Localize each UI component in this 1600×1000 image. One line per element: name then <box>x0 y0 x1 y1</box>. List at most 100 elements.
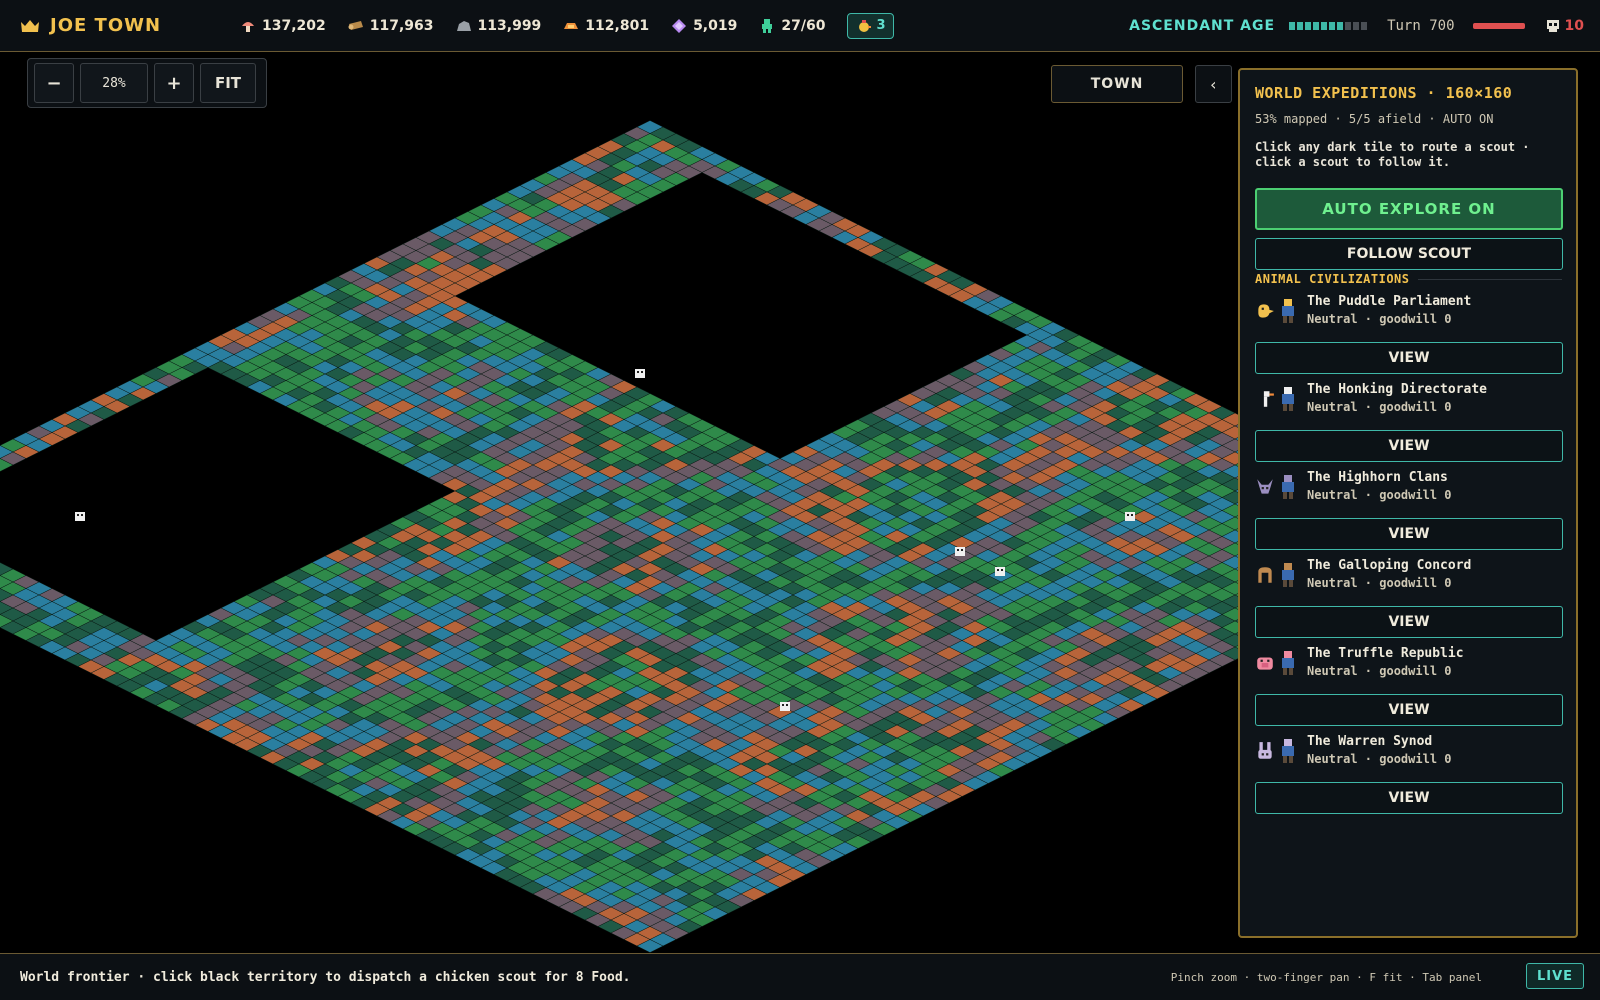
civ-view-button[interactable]: VIEW <box>1255 782 1563 814</box>
civ-info: The Highhorn Clans Neutral · goodwill 0 <box>1307 470 1452 502</box>
top-bar: JOE TOWN 137,202 117,963 113,999 112,801 <box>0 0 1600 52</box>
goat-icon <box>1257 479 1273 494</box>
civ-info: The Warren Synod Neutral · goodwill 0 <box>1307 734 1452 766</box>
civ-view-button[interactable]: VIEW <box>1255 518 1563 550</box>
age-pip <box>1329 22 1336 30</box>
civ-info: The Honking Directorate Neutral · goodwi… <box>1307 382 1487 414</box>
civ-leader-icon <box>1282 299 1294 323</box>
zoom-fit-button[interactable]: FIT <box>200 63 256 103</box>
civ-entry: The Truffle Republic Neutral · goodwill … <box>1255 646 1563 726</box>
civ-entry: The Galloping Concord Neutral · goodwill… <box>1255 558 1563 638</box>
civ-status: Neutral · goodwill 0 <box>1307 664 1452 678</box>
civ-view-button[interactable]: VIEW <box>1255 430 1563 462</box>
civ-status: Neutral · goodwill 0 <box>1307 576 1452 590</box>
civ-name: The Galloping Concord <box>1307 558 1472 573</box>
horse-icon <box>1258 567 1272 583</box>
civ-row: The Puddle Parliament Neutral · goodwill… <box>1255 294 1562 334</box>
zoom-controls: − 28% + FIT <box>27 58 267 108</box>
civ-name: The Honking Directorate <box>1307 382 1488 397</box>
turn-counter: Turn 700 <box>1387 18 1455 34</box>
civ-status: Neutral · goodwill 0 <box>1307 312 1452 326</box>
age-pip <box>1361 22 1368 30</box>
civ-view-button[interactable]: VIEW <box>1255 606 1563 638</box>
resource-bar: 137,202 117,963 113,999 112,801 5,019 27… <box>240 12 895 39</box>
live-badge: LIVE <box>1526 963 1584 989</box>
civ-status: Neutral · goodwill 0 <box>1307 752 1452 766</box>
age-status: ASCENDANT AGE Turn 700 10 <box>1129 0 1600 52</box>
ore-icon <box>564 22 579 29</box>
resource-stone-value: 113,999 <box>477 17 542 34</box>
duck-icon <box>1258 304 1274 318</box>
civ-name: The Puddle Parliament <box>1307 294 1472 309</box>
world-map[interactable] <box>0 53 1238 953</box>
civ-status: Neutral · goodwill 0 <box>1307 400 1452 414</box>
chicken-count: 3 <box>876 18 886 33</box>
chicken-scout-badge[interactable]: 3 <box>847 12 895 39</box>
civ-leader-icon <box>1282 651 1294 675</box>
civ-entry: The Warren Synod Neutral · goodwill 0 VI… <box>1255 734 1563 814</box>
civilizations-header: ANIMAL CIVILIZATIONS <box>1255 272 1562 286</box>
scout-marker[interactable] <box>635 369 645 378</box>
civ-name: The Truffle Republic <box>1307 646 1464 661</box>
age-pip <box>1305 22 1312 30</box>
population-icon <box>762 18 773 33</box>
collapse-panel-button[interactable]: ‹ <box>1195 65 1232 103</box>
town-brand: JOE TOWN <box>20 15 240 36</box>
civ-info: The Puddle Parliament Neutral · goodwill… <box>1307 294 1471 326</box>
wood-log-icon <box>348 20 363 30</box>
resource-gem-value: 5,019 <box>693 17 738 34</box>
food-mushroom-icon <box>242 21 254 32</box>
age-progress <box>1289 22 1369 30</box>
age-pip <box>1297 22 1304 30</box>
civ-icons <box>1255 470 1307 504</box>
zoom-out-button[interactable]: − <box>34 63 74 103</box>
scout-marker[interactable] <box>780 702 790 711</box>
civ-entry: The Highhorn Clans Neutral · goodwill 0 … <box>1255 470 1563 550</box>
civ-leader-icon <box>1282 387 1294 411</box>
civ-status: Neutral · goodwill 0 <box>1307 488 1452 502</box>
resource-population-value: 27/60 <box>781 17 826 34</box>
age-pip <box>1313 22 1320 30</box>
scout-marker[interactable] <box>955 547 965 556</box>
threat-value: 10 <box>1564 18 1584 34</box>
age-pip <box>1345 22 1352 30</box>
skull-icon <box>1546 20 1559 32</box>
isometric-terrain[interactable] <box>0 53 1238 953</box>
auto-explore-button[interactable]: AUTO EXPLORE ON <box>1255 188 1563 230</box>
expeditions-panel: WORLD EXPEDITIONS · 160×160 53% mapped ·… <box>1238 68 1578 938</box>
panel-title: WORLD EXPEDITIONS · 160×160 <box>1255 84 1513 102</box>
scout-marker[interactable] <box>1125 512 1135 521</box>
civ-info: The Truffle Republic Neutral · goodwill … <box>1307 646 1464 678</box>
civ-row: The Galloping Concord Neutral · goodwill… <box>1255 558 1562 598</box>
age-pip <box>1321 22 1328 30</box>
civilizations-list: The Puddle Parliament Neutral · goodwill… <box>1255 294 1563 814</box>
zoom-level: 28% <box>80 63 148 103</box>
civ-icons <box>1255 646 1307 680</box>
civ-entry: The Puddle Parliament Neutral · goodwill… <box>1255 294 1563 374</box>
control-hints: Pinch zoom · two-finger pan · F fit · Ta… <box>1170 970 1482 984</box>
age-pip <box>1337 22 1344 30</box>
threat-indicator: 10 <box>1545 18 1584 34</box>
civ-info: The Galloping Concord Neutral · goodwill… <box>1307 558 1471 590</box>
civ-icons <box>1255 294 1307 328</box>
civ-view-button[interactable]: VIEW <box>1255 342 1563 374</box>
civ-icons <box>1255 382 1307 416</box>
chicken-icon <box>859 19 872 32</box>
age-pip <box>1289 22 1296 30</box>
civ-view-button[interactable]: VIEW <box>1255 694 1563 726</box>
town-button[interactable]: TOWN <box>1051 65 1183 103</box>
stone-icon <box>456 20 471 31</box>
zoom-in-button[interactable]: + <box>154 63 194 103</box>
scout-marker[interactable] <box>995 567 1005 576</box>
civ-icons <box>1255 734 1307 768</box>
civ-row: The Honking Directorate Neutral · goodwi… <box>1255 382 1562 422</box>
civ-leader-icon <box>1282 475 1294 499</box>
follow-scout-button[interactable]: FOLLOW SCOUT <box>1255 238 1563 270</box>
age-pip <box>1353 22 1360 30</box>
resource-wood: 117,963 <box>348 18 434 34</box>
expedition-stats: 53% mapped · 5/5 afield · AUTO ON <box>1255 112 1494 126</box>
resource-food: 137,202 <box>240 18 326 34</box>
civ-entry: The Honking Directorate Neutral · goodwi… <box>1255 382 1563 462</box>
scout-marker[interactable] <box>75 512 85 521</box>
gem-icon <box>672 18 687 33</box>
